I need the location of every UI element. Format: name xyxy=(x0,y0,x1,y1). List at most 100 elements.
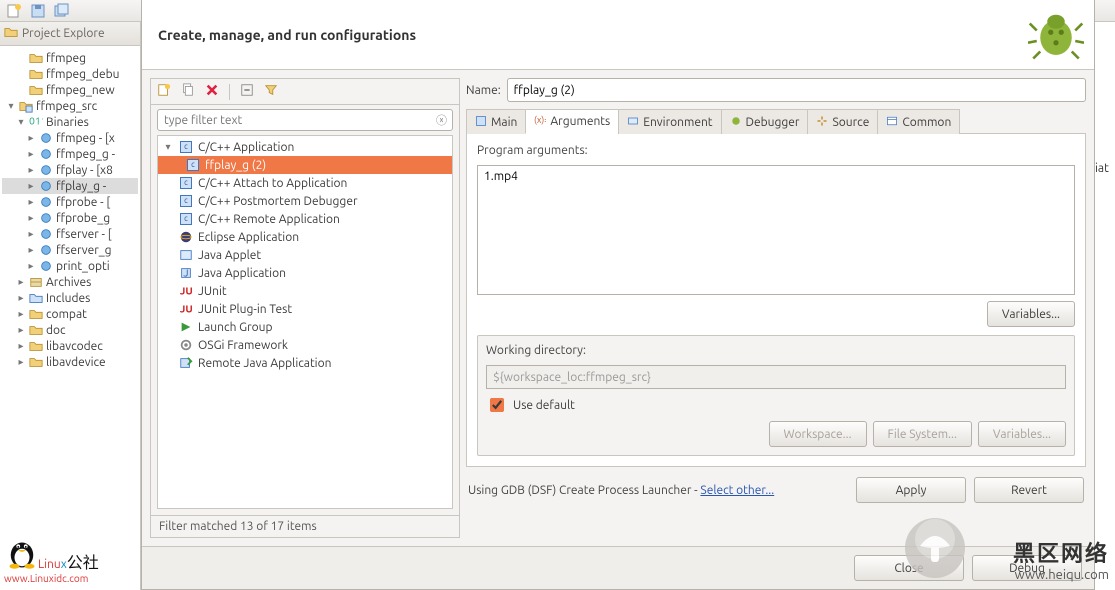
tab-environment[interactable]: Environment xyxy=(618,109,721,134)
project-tree-item[interactable]: ▸doc xyxy=(2,322,138,338)
project-tree-item[interactable]: ▸ ffserver_g xyxy=(2,242,138,258)
obj-icon xyxy=(39,163,53,177)
apply-button[interactable]: Apply xyxy=(856,477,966,503)
tree-toggle-icon[interactable]: ▸ xyxy=(26,260,36,272)
debug-button[interactable]: Debug xyxy=(972,555,1082,581)
tree-toggle-icon[interactable]: ▸ xyxy=(16,276,26,288)
tree-item-label: ffmpeg xyxy=(46,52,86,65)
config-type-item[interactable]: C/C++ Postmortem Debugger xyxy=(158,192,452,210)
tree-toggle-icon[interactable]: ▸ xyxy=(26,212,36,224)
debug-configurations-dialog: Create, manage, and run configurations xyxy=(141,0,1095,590)
tree-toggle-icon[interactable]: ▸ xyxy=(16,356,26,368)
save-icon[interactable] xyxy=(30,3,46,19)
project-tree-item[interactable]: ▸ffserver - [ xyxy=(2,226,138,242)
config-type-item[interactable]: Launch Group xyxy=(158,318,452,336)
project-explorer-view: Project Explore ffmpegffmpeg_debuffmpeg_… xyxy=(0,22,141,590)
config-type-item[interactable]: JUJUnit Plug-in Test xyxy=(158,300,452,318)
config-tree[interactable]: ▾C/C++ Applicationffplay_g (2) C/C++ Att… xyxy=(157,135,453,509)
config-type-label: Java Applet xyxy=(198,249,261,262)
project-tree-item[interactable]: ▾0110Binaries xyxy=(2,114,138,130)
project-tree-item[interactable]: ▾ffmpeg_src xyxy=(2,98,138,114)
tree-toggle-icon[interactable]: ▾ xyxy=(16,116,26,128)
tree-toggle-icon[interactable]: ▸ xyxy=(26,148,36,160)
obj-icon xyxy=(39,179,53,193)
project-tree-item[interactable]: ▸ffprobe - [ xyxy=(2,194,138,210)
c-icon xyxy=(179,176,193,190)
tree-toggle-icon[interactable]: ▾ xyxy=(6,100,16,112)
project-tree-item[interactable]: ▸print_opti xyxy=(2,258,138,274)
tab-main[interactable]: Main xyxy=(466,109,526,134)
config-type-item[interactable]: ▾C/C++ Application xyxy=(158,138,452,156)
workspace-button: Workspace... xyxy=(769,421,867,447)
tab-source[interactable]: Source xyxy=(807,109,878,134)
use-default-checkbox[interactable]: Use default xyxy=(486,395,1066,415)
project-tree-item[interactable]: ffmpeg_debu xyxy=(2,66,138,82)
config-type-item[interactable]: Eclipse Application xyxy=(158,228,452,246)
tree-toggle-icon[interactable]: ▸ xyxy=(26,164,36,176)
arguments-tab-body: Program arguments: 1.mp4 Variables... Wo… xyxy=(466,134,1086,467)
tab-common[interactable]: Common xyxy=(877,109,960,134)
project-tree-item[interactable]: ▸Includes xyxy=(2,290,138,306)
tab-debugger[interactable]: Debugger xyxy=(721,109,809,134)
prog-args-variables-button[interactable]: Variables... xyxy=(987,301,1075,327)
config-type-item[interactable]: Java Applet xyxy=(158,246,452,264)
project-tree-item[interactable]: ffmpeg_new xyxy=(2,82,138,98)
clear-filter-icon[interactable]: ⓧ xyxy=(436,112,447,128)
folder-icon xyxy=(29,83,43,97)
tree-item-label: ffmpeg - [x xyxy=(56,132,115,145)
delete-config-icon[interactable] xyxy=(205,83,219,100)
obj-icon xyxy=(39,195,53,209)
tree-toggle-icon[interactable]: ▾ xyxy=(162,141,174,153)
close-button[interactable]: Close xyxy=(854,555,964,581)
project-tree[interactable]: ffmpeg ffmpeg_debuffmpeg_new▾ffmpeg_src▾0… xyxy=(0,46,140,590)
select-other-link[interactable]: Select other... xyxy=(700,484,774,497)
config-name-input[interactable] xyxy=(507,78,1086,102)
config-type-label: C/C++ Attach to Application xyxy=(198,177,347,190)
new-config-icon[interactable] xyxy=(157,83,171,100)
save-all-icon[interactable] xyxy=(54,3,70,19)
tree-toggle-icon[interactable]: ▸ xyxy=(16,340,26,352)
revert-button[interactable]: Revert xyxy=(974,477,1084,503)
project-tree-item[interactable]: ▸ ffplay_g - xyxy=(2,178,138,194)
tree-toggle-icon[interactable]: ▸ xyxy=(26,228,36,240)
junit-icon: JU xyxy=(179,284,193,298)
collapse-all-icon[interactable] xyxy=(240,83,254,100)
svg-text:(x)=: (x)= xyxy=(534,115,546,125)
project-tree-item[interactable]: ▸compat xyxy=(2,306,138,322)
tree-toggle-icon[interactable]: ▸ xyxy=(26,180,36,192)
tree-item-label: ffmpeg_g - xyxy=(56,148,115,161)
config-type-item[interactable]: JUJUnit xyxy=(158,282,452,300)
tree-toggle-icon[interactable]: ▸ xyxy=(26,196,36,208)
config-type-item[interactable]: Remote Java Application xyxy=(158,354,452,372)
use-default-input[interactable] xyxy=(490,398,504,412)
project-tree-item[interactable]: ▸ffplay - [x8 xyxy=(2,162,138,178)
project-tree-item[interactable]: ▸Archives xyxy=(2,274,138,290)
config-type-item[interactable]: OSGi Framework xyxy=(158,336,452,354)
config-filter-input[interactable] xyxy=(157,109,453,131)
tab-arguments[interactable]: (x)= Arguments xyxy=(525,109,619,134)
tree-item-label: ffplay_g - xyxy=(56,180,106,193)
project-tree-item[interactable]: ffmpeg xyxy=(2,50,138,66)
tree-item-label: ffserver_g xyxy=(56,244,112,257)
program-args-input[interactable]: 1.mp4 xyxy=(477,165,1075,295)
new-wizard-icon[interactable] xyxy=(6,3,22,19)
config-type-item[interactable]: JJava Application xyxy=(158,264,452,282)
project-tree-item[interactable]: ▸ffprobe_g xyxy=(2,210,138,226)
tree-toggle-icon[interactable]: ▸ xyxy=(16,292,26,304)
project-tree-item[interactable]: ▸libavdevice xyxy=(2,354,138,370)
tree-toggle-icon[interactable]: ▸ xyxy=(26,244,36,256)
filter-status: Filter matched 13 of 17 items xyxy=(151,515,459,537)
config-type-item[interactable]: C/C++ Remote Application xyxy=(158,210,452,228)
inc-icon xyxy=(29,291,43,305)
tree-item-label: ffmpeg_debu xyxy=(46,68,119,81)
config-type-item[interactable]: C/C++ Attach to Application xyxy=(158,174,452,192)
project-tree-item[interactable]: ▸libavcodec xyxy=(2,338,138,354)
duplicate-config-icon[interactable] xyxy=(181,83,195,100)
project-tree-item[interactable]: ▸ ffmpeg_g - xyxy=(2,146,138,162)
tree-toggle-icon[interactable]: ▸ xyxy=(16,308,26,320)
tree-toggle-icon[interactable]: ▸ xyxy=(26,132,36,144)
filter-config-icon[interactable] xyxy=(264,83,278,100)
tree-toggle-icon[interactable]: ▸ xyxy=(16,324,26,336)
project-tree-item[interactable]: ▸ ffmpeg - [x xyxy=(2,130,138,146)
config-item[interactable]: ffplay_g (2) xyxy=(158,156,452,174)
